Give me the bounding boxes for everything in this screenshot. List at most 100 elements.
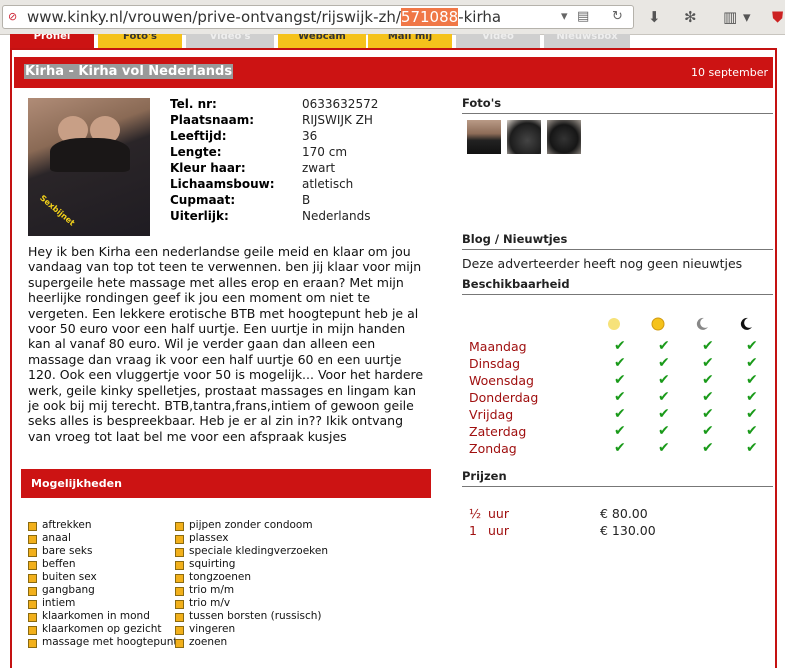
tab-videos[interactable]: Video's <box>186 34 274 48</box>
url-text[interactable]: www.kinky.nl/vrouwen/prive-ontvangst/rij… <box>27 8 501 26</box>
check-icon: ✔ <box>658 440 670 456</box>
day-label: Dinsdag <box>469 356 521 371</box>
photo-thumbnail[interactable] <box>547 120 581 154</box>
insecure-connection-icon[interactable]: ⊘ <box>8 11 20 23</box>
check-icon: ✔ <box>614 389 626 405</box>
morning-sun-icon <box>608 318 620 330</box>
download-icon[interactable]: ⬇ <box>648 8 661 26</box>
list-item: tongzoenen <box>175 571 328 584</box>
tab-profiel[interactable]: Profiel <box>10 34 94 48</box>
night-moon-icon <box>740 317 752 330</box>
check-icon: ✔ <box>702 338 714 354</box>
list-item: klaarkomen op gezicht <box>28 623 177 636</box>
mogelijkheden-list-2: pijpen zonder condoom plassex speciale k… <box>175 519 328 649</box>
check-icon: ✔ <box>658 389 670 405</box>
price-value: € 80.00 <box>600 506 648 521</box>
day-label: Donderdag <box>469 390 539 405</box>
profile-photo[interactable]: Sexbijnet <box>28 98 150 236</box>
list-item: vingeren <box>175 623 328 636</box>
check-icon: ✔ <box>614 440 626 456</box>
mogelijkheden-header: Mogelijkheden <box>21 469 431 498</box>
day-label: Zondag <box>469 441 517 456</box>
list-item: speciale kledingverzoeken <box>175 545 328 558</box>
check-icon: ✔ <box>746 372 758 388</box>
tab-nieuwsbox[interactable]: Nieuwsbox <box>544 34 630 48</box>
list-item: trio m/v <box>175 597 328 610</box>
list-item: aftrekken <box>28 519 177 532</box>
list-item: squirting <box>175 558 328 571</box>
photo-thumbnail[interactable] <box>507 120 541 154</box>
check-icon: ✔ <box>702 406 714 422</box>
tab-video[interactable]: Video <box>456 34 540 48</box>
reload-icon[interactable]: ↻ <box>612 9 623 24</box>
check-icon: ✔ <box>614 372 626 388</box>
dropdown-arrow-icon[interactable]: ▾ <box>561 9 568 24</box>
check-icon: ✔ <box>702 440 714 456</box>
list-item: plassex <box>175 532 328 545</box>
shield-icon[interactable]: ⛊ <box>772 8 783 26</box>
price-qty: ½ <box>469 506 482 521</box>
photos-heading: Foto's <box>462 96 773 114</box>
list-item: klaarkomen in mond <box>28 610 177 623</box>
blog-heading: Blog / Nieuwtjes <box>462 232 773 250</box>
address-bar[interactable]: ⊘ www.kinky.nl/vrouwen/prive-ontvangst/r… <box>2 5 634 29</box>
check-icon: ✔ <box>658 406 670 422</box>
photo-thumbnail[interactable] <box>467 120 501 154</box>
check-icon: ✔ <box>746 406 758 422</box>
check-icon: ✔ <box>614 338 626 354</box>
price-qty: 1 <box>469 523 477 538</box>
list-item: buiten sex <box>28 571 177 584</box>
price-unit: uur <box>488 523 509 538</box>
check-icon: ✔ <box>702 372 714 388</box>
check-icon: ✔ <box>746 355 758 371</box>
check-icon: ✔ <box>658 355 670 371</box>
check-icon: ✔ <box>746 338 758 354</box>
profile-date: 10 september <box>690 66 768 79</box>
photo-watermark: Sexbijnet <box>38 193 77 228</box>
dropdown-arrow-icon[interactable]: ▾ <box>743 8 751 26</box>
profile-description: Hey ik ben Kirha een nederlandse geile m… <box>28 244 424 444</box>
check-icon: ✔ <box>702 423 714 439</box>
browser-toolbar: ⊘ www.kinky.nl/vrouwen/prive-ontvangst/r… <box>0 0 785 35</box>
check-icon: ✔ <box>746 423 758 439</box>
tab-mail-mij[interactable]: Mail mij <box>368 34 452 48</box>
profile-header: Kirha - Kirha vol Nederlands 10 septembe… <box>14 57 773 88</box>
check-icon: ✔ <box>702 389 714 405</box>
profile-tabs: Profiel Foto's Video's Webcam Mail mij V… <box>10 34 630 48</box>
afternoon-sun-icon <box>651 317 665 331</box>
list-item: gangbang <box>28 584 177 597</box>
check-icon: ✔ <box>702 355 714 371</box>
check-icon: ✔ <box>614 406 626 422</box>
reader-view-icon[interactable]: ▤ <box>577 9 589 24</box>
tab-webcam[interactable]: Webcam <box>278 34 366 48</box>
blog-empty-text: Deze adverteerder heeft nog geen nieuwtj… <box>462 256 743 271</box>
prices-heading: Prijzen <box>462 469 773 487</box>
check-icon: ✔ <box>746 440 758 456</box>
list-item: pijpen zonder condoom <box>175 519 328 532</box>
list-item: massage met hoogtepunt <box>28 636 177 649</box>
photo-detail <box>50 138 130 172</box>
price-unit: uur <box>488 506 509 521</box>
check-icon: ✔ <box>658 372 670 388</box>
check-icon: ✔ <box>746 389 758 405</box>
list-item: beffen <box>28 558 177 571</box>
evening-moon-icon <box>696 317 708 330</box>
list-item: intiem <box>28 597 177 610</box>
check-icon: ✔ <box>614 423 626 439</box>
list-item: trio m/m <box>175 584 328 597</box>
availability-heading: Beschikbaarheid <box>462 277 773 295</box>
list-item: tussen borsten (russisch) <box>175 610 328 623</box>
tab-fotos[interactable]: Foto's <box>98 34 182 48</box>
check-icon: ✔ <box>658 423 670 439</box>
list-item: zoenen <box>175 636 328 649</box>
clipboard-icon[interactable]: ▥ <box>723 8 737 26</box>
mogelijkheden-list-1: aftrekken anaal bare seks beffen buiten … <box>28 519 177 649</box>
day-label: Zaterdag <box>469 424 527 439</box>
list-item: anaal <box>28 532 177 545</box>
check-icon: ✔ <box>614 355 626 371</box>
day-label: Vrijdag <box>469 407 514 422</box>
day-label: Woensdag <box>469 373 534 388</box>
profile-title: Kirha - Kirha vol Nederlands <box>24 64 234 79</box>
extension-icon[interactable]: ✻ <box>684 8 697 26</box>
list-item: bare seks <box>28 545 177 558</box>
